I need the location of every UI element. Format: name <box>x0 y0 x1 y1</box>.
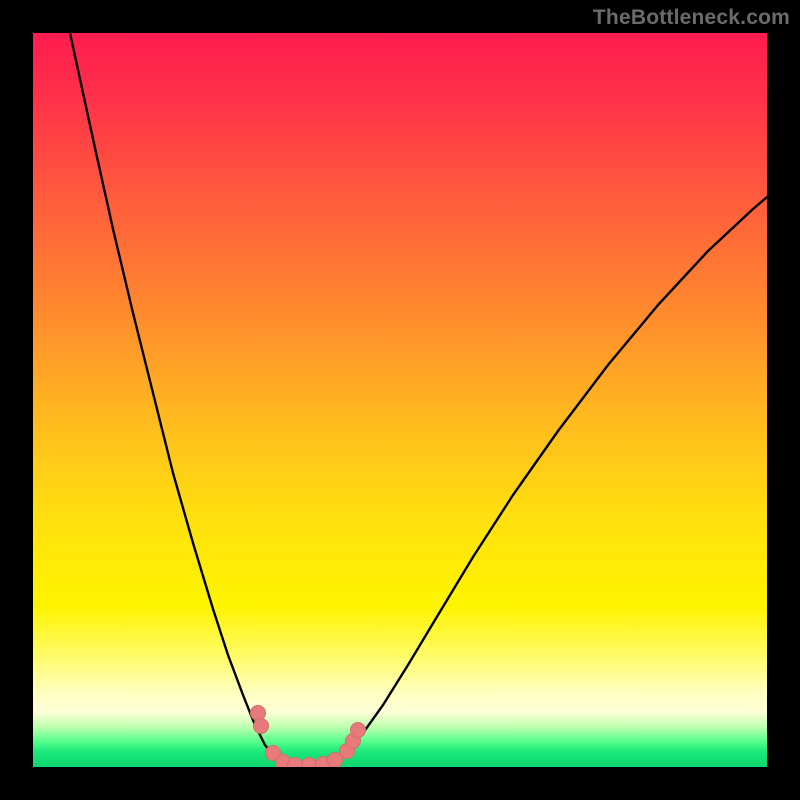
attribution-text: TheBottleneck.com <box>593 6 790 30</box>
valley-marker <box>351 723 366 738</box>
chart-svg <box>33 33 767 767</box>
chart-frame: TheBottleneck.com <box>0 0 800 800</box>
valley-marker <box>302 758 317 768</box>
valley-marker-group <box>251 706 366 768</box>
valley-marker <box>251 706 266 721</box>
valley-marker <box>254 719 269 734</box>
plot-area <box>33 33 767 767</box>
bottleneck-curve <box>70 33 767 765</box>
